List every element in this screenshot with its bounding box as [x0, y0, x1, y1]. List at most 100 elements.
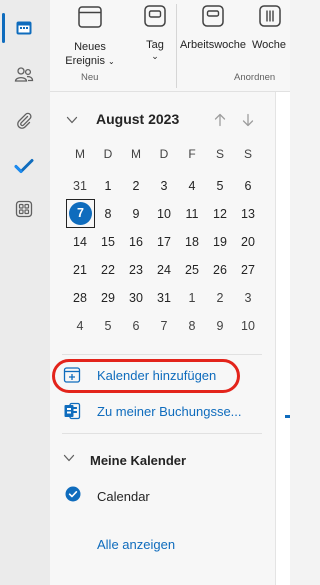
- mini-calendar-header: August 2023: [62, 110, 272, 130]
- new-event-label-line2: Ereignis: [65, 55, 105, 67]
- my-calendars-title: Meine Kalender: [90, 452, 187, 468]
- next-month-arrow-icon[interactable]: [238, 110, 258, 130]
- day-cell[interactable]: 27: [234, 256, 262, 284]
- day-cell[interactable]: 9: [206, 312, 234, 340]
- week-row: 28 29 30 31 1 2 3: [66, 284, 262, 312]
- mini-calendar-grid: M D M D F S S 31 1 2 3 4 5 6 7 8 9 10 11…: [66, 144, 262, 340]
- weekday-label: S: [215, 147, 224, 161]
- day-cell[interactable]: 9: [122, 200, 150, 228]
- day-cell[interactable]: 3: [150, 172, 178, 200]
- people-icon[interactable]: [10, 60, 38, 88]
- day-view-label: Tag: [146, 39, 164, 51]
- app-rail: [0, 0, 50, 585]
- day-cell[interactable]: 1: [178, 284, 206, 312]
- today-day-cell[interactable]: 7: [66, 199, 95, 228]
- my-calendars-header[interactable]: Meine Kalender: [62, 450, 186, 470]
- week-row: 14 15 16 17 18 19 20: [66, 228, 262, 256]
- day-cell[interactable]: 16: [122, 228, 150, 256]
- week-row: 4 5 6 7 8 9 10: [66, 312, 262, 340]
- day-cell[interactable]: 13: [234, 200, 262, 228]
- week-row: 7 8 9 10 11 12 13: [66, 199, 262, 228]
- month-title[interactable]: August 2023: [96, 111, 179, 127]
- day-cell[interactable]: 2: [206, 284, 234, 312]
- day-view-icon: [144, 5, 166, 27]
- day-cell[interactable]: 2: [122, 172, 150, 200]
- paperclip-icon[interactable]: [10, 106, 38, 134]
- time-indicator: [285, 415, 290, 418]
- day-cell[interactable]: 26: [206, 256, 234, 284]
- day-cell[interactable]: 30: [122, 284, 150, 312]
- day-cell[interactable]: 1: [94, 172, 122, 200]
- chevron-down-icon: ⌄: [108, 57, 115, 66]
- day-cell[interactable]: 25: [178, 256, 206, 284]
- day-cell[interactable]: 4: [178, 172, 206, 200]
- day-cell[interactable]: 6: [234, 172, 262, 200]
- calendar-icon[interactable]: [10, 14, 38, 42]
- calendar-name: Calendar: [97, 488, 150, 504]
- week-view-label: Woche: [252, 39, 287, 51]
- day-cell[interactable]: 7: [150, 312, 178, 340]
- panel-divider: [62, 433, 262, 434]
- active-indicator: [2, 13, 5, 43]
- day-cell[interactable]: 28: [66, 284, 94, 312]
- week-view-button[interactable]: Woche: [252, 4, 294, 52]
- week-row: 31 1 2 3 4 5 6: [66, 172, 262, 200]
- day-cell[interactable]: 5: [94, 312, 122, 340]
- show-all-link[interactable]: Alle anzeigen: [97, 537, 175, 552]
- day-view-button[interactable]: Tag ⌄: [138, 4, 172, 61]
- work-week-view-button[interactable]: Arbeitswoche: [174, 4, 252, 52]
- day-cell[interactable]: 8: [94, 200, 122, 228]
- outlook-calendar-app: Neues Ereignis ⌄ Neu Tag ⌄ Arbeitswoche …: [0, 0, 290, 585]
- collapse-chevron-icon: [62, 451, 76, 470]
- weekday-label: S: [243, 147, 252, 161]
- day-cell[interactable]: 24: [150, 256, 178, 284]
- week-view-icon: [259, 5, 281, 27]
- week-row: 21 22 23 24 25 26 27: [66, 256, 262, 284]
- weekday-label: M: [75, 147, 85, 161]
- day-cell[interactable]: 4: [66, 312, 94, 340]
- todo-check-icon[interactable]: [10, 152, 38, 180]
- annotation-highlight-ring: [52, 359, 240, 393]
- day-cell[interactable]: 23: [122, 256, 150, 284]
- ribbon: Neues Ereignis ⌄ Neu Tag ⌄ Arbeitswoche …: [50, 0, 290, 92]
- today-day-number: 7: [69, 202, 92, 225]
- day-cell[interactable]: 12: [206, 200, 234, 228]
- day-cell[interactable]: 3: [234, 284, 262, 312]
- day-cell[interactable]: 11: [178, 200, 206, 228]
- panel-divider: [62, 354, 262, 355]
- weekday-label: F: [188, 147, 196, 161]
- day-cell[interactable]: 21: [66, 256, 94, 284]
- booking-page-link[interactable]: Zu meiner Buchungsse...: [62, 399, 242, 423]
- day-cell[interactable]: 20: [234, 228, 262, 256]
- day-cell[interactable]: 29: [94, 284, 122, 312]
- day-cell[interactable]: 15: [94, 228, 122, 256]
- arrange-group-label: Anordnen: [234, 72, 276, 83]
- work-week-label: Arbeitswoche: [179, 39, 247, 51]
- work-week-icon: [202, 5, 224, 27]
- checked-circle-icon[interactable]: [65, 486, 81, 507]
- day-cell[interactable]: 22: [94, 256, 122, 284]
- day-cell[interactable]: 8: [178, 312, 206, 340]
- day-cell[interactable]: 5: [206, 172, 234, 200]
- booking-page-label: Zu meiner Buchungsse...: [97, 403, 242, 419]
- day-cell[interactable]: 18: [178, 228, 206, 256]
- collapse-chevron-icon[interactable]: [62, 110, 82, 130]
- new-event-button[interactable]: Neues Ereignis ⌄: [56, 4, 124, 69]
- apps-grid-icon[interactable]: [10, 195, 38, 223]
- new-group-label: Neu: [81, 72, 99, 83]
- day-cell[interactable]: 17: [150, 228, 178, 256]
- calendar-list-item[interactable]: Calendar: [65, 486, 150, 506]
- weekday-label: D: [103, 147, 113, 161]
- day-cell[interactable]: 10: [150, 200, 178, 228]
- day-cell[interactable]: 31: [150, 284, 178, 312]
- new-event-label-line1: Neues: [74, 41, 106, 53]
- chevron-down-icon: ⌄: [151, 51, 159, 61]
- day-cell[interactable]: 6: [122, 312, 150, 340]
- day-cell[interactable]: 14: [66, 228, 94, 256]
- weekday-label: M: [131, 147, 141, 161]
- day-cell[interactable]: 10: [234, 312, 262, 340]
- day-cell[interactable]: 31: [66, 172, 94, 200]
- previous-month-arrow-icon[interactable]: [210, 110, 230, 130]
- booking-page-icon: [62, 401, 82, 421]
- day-cell[interactable]: 19: [206, 228, 234, 256]
